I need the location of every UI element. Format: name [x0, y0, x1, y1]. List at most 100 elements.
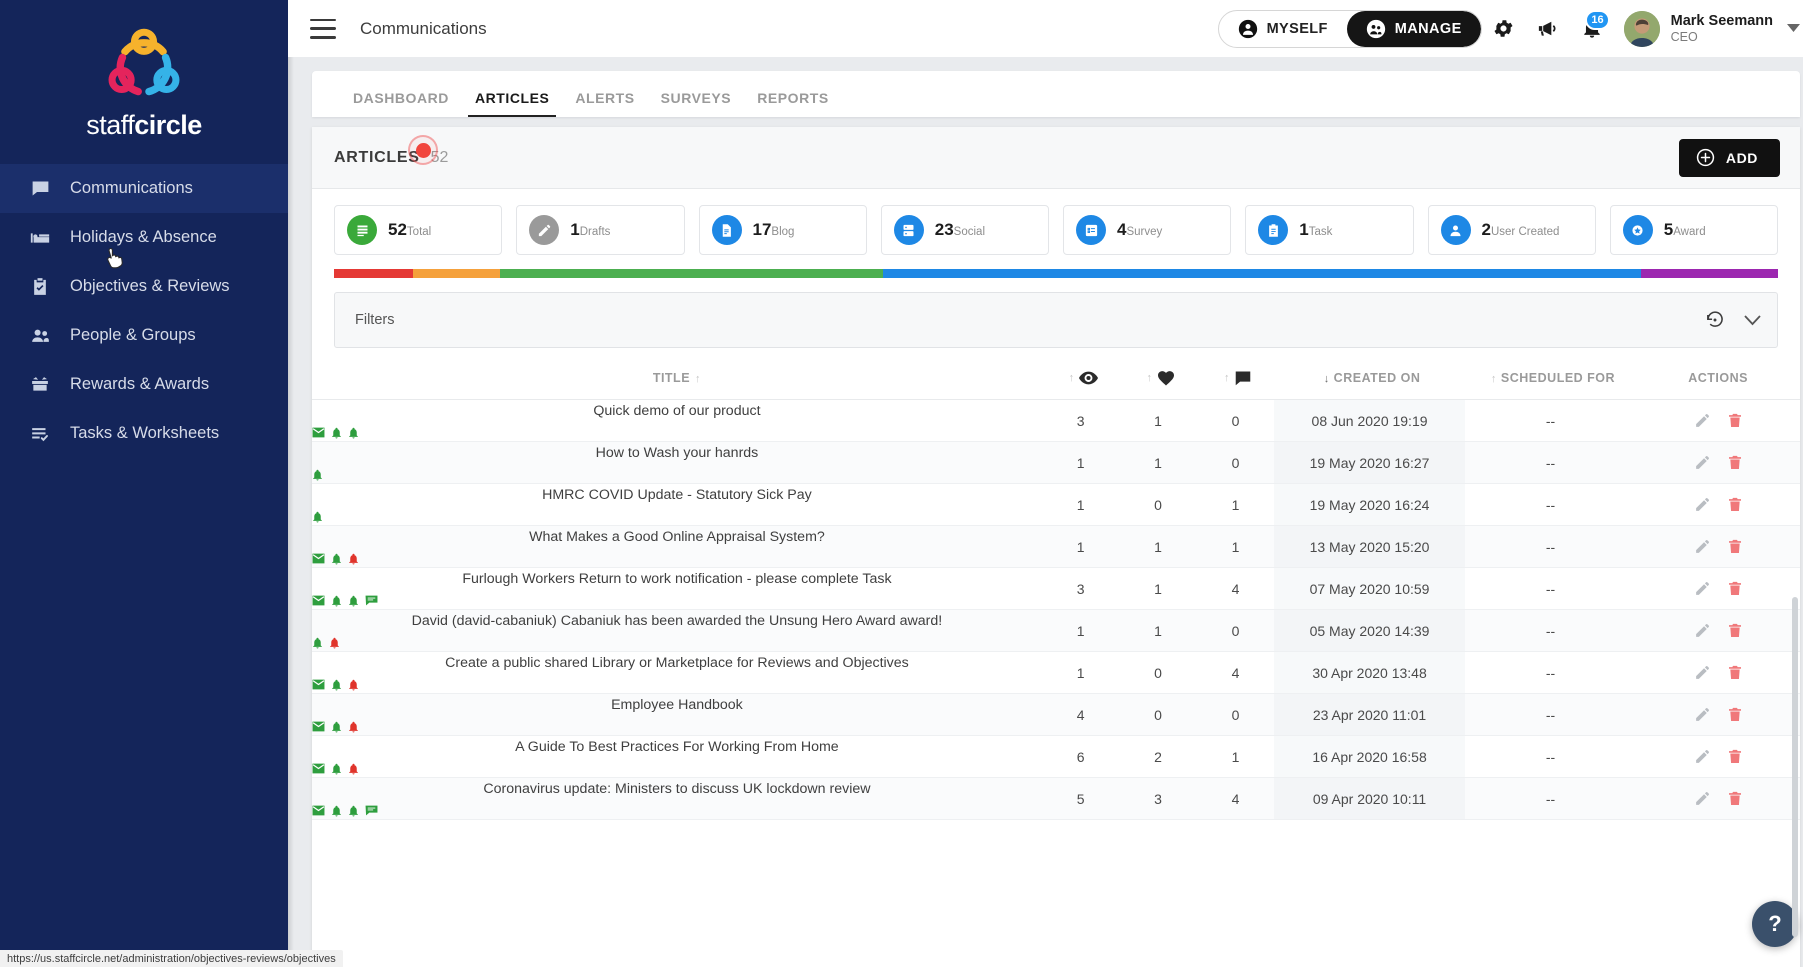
delete-row-button[interactable]	[1727, 748, 1743, 765]
table-row[interactable]: Furlough Workers Return to work notifica…	[312, 567, 1800, 610]
stat-value: 23	[934, 219, 954, 239]
cell-title[interactable]: Create a public shared Library or Market…	[312, 651, 1042, 694]
clipboard-check-icon	[27, 275, 53, 299]
delete-row-button[interactable]	[1727, 706, 1743, 723]
edit-row-button[interactable]	[1694, 664, 1711, 681]
distribution-segment-1	[413, 269, 501, 278]
cell-title[interactable]: HMRC COVID Update - Statutory Sick Pay	[312, 483, 1042, 526]
edit-row-button[interactable]	[1694, 580, 1711, 597]
edit-row-button[interactable]	[1694, 748, 1711, 765]
tab-articles[interactable]: ARTICLES	[462, 90, 562, 117]
stat-card-task[interactable]: 1Task	[1245, 205, 1414, 255]
stat-card-survey[interactable]: 4Survey	[1063, 205, 1232, 255]
sidebar-item-people-groups[interactable]: People & Groups	[0, 311, 288, 360]
delete-row-button[interactable]	[1727, 580, 1743, 597]
bell-icon[interactable]: 16	[1570, 7, 1614, 51]
tab-dashboard[interactable]: DASHBOARD	[340, 90, 462, 117]
stat-card-user-created[interactable]: 2User Created	[1427, 205, 1596, 255]
delete-row-button[interactable]	[1727, 538, 1743, 555]
filters-bar[interactable]: Filters	[334, 292, 1778, 348]
bell-status-green-icon	[332, 595, 341, 607]
table-row[interactable]: Coronavirus update: Ministers to discuss…	[312, 777, 1800, 820]
tab-bar: DASHBOARD ARTICLES ALERTS SURVEYS REPORT…	[312, 71, 1800, 117]
cell-title[interactable]: Coronavirus update: Ministers to discuss…	[312, 777, 1042, 820]
table-scrollbar-thumb[interactable]	[1792, 597, 1798, 937]
history-reset-icon[interactable]	[1704, 309, 1726, 331]
user-name: Mark Seemann	[1670, 12, 1773, 29]
stat-card-social[interactable]: 23Social	[880, 205, 1049, 255]
table-row[interactable]: Employee Handbook 4 0 0 23 Apr 2020 11:01 --	[312, 693, 1800, 736]
delete-row-button[interactable]	[1727, 454, 1743, 471]
cell-title[interactable]: What Makes a Good Online Appraisal Syste…	[312, 525, 1042, 568]
edit-row-button[interactable]	[1694, 538, 1711, 555]
column-header-scheduled-for[interactable]: ↑ SCHEDULED FOR	[1464, 356, 1637, 400]
tab-surveys[interactable]: SURVEYS	[648, 90, 745, 117]
delete-row-button[interactable]	[1727, 622, 1743, 639]
sidebar-item-tasks-worksheets[interactable]: Tasks & Worksheets	[0, 409, 288, 458]
sidebar-item-rewards-awards[interactable]: Rewards & Awards	[0, 360, 288, 409]
distribution-bar	[334, 269, 1778, 278]
table-row[interactable]: A Guide To Best Practices For Working Fr…	[312, 735, 1800, 778]
sidebar-item-label: Tasks & Worksheets	[70, 424, 220, 442]
delete-row-button[interactable]	[1727, 790, 1743, 807]
edit-row-button[interactable]	[1694, 622, 1711, 639]
hamburger-icon[interactable]	[310, 18, 336, 39]
manage-toggle-button[interactable]: MANAGE	[1346, 10, 1481, 47]
cell-title[interactable]: A Guide To Best Practices For Working Fr…	[312, 735, 1042, 778]
column-header-views[interactable]: ↑	[1041, 356, 1120, 400]
cell-title[interactable]: Quick demo of our product	[312, 399, 1042, 442]
brand-logo[interactable]: staffcircle	[0, 0, 288, 158]
myself-toggle-button[interactable]: MYSELF	[1219, 11, 1347, 47]
table-row[interactable]: Quick demo of our product 3 1 0 08 Jun 2020 …	[312, 399, 1800, 442]
stat-card-award[interactable]: 5Award	[1609, 205, 1778, 255]
cell-title[interactable]: Employee Handbook	[312, 693, 1042, 736]
column-header-created-on[interactable]: ↓ CREATED ON	[1274, 356, 1465, 400]
sidebar-item-holidays-absence[interactable]: Holidays & Absence	[0, 213, 288, 262]
sidebar-item-communications[interactable]: Communications	[0, 164, 288, 213]
pencil-icon	[529, 215, 560, 245]
cell-title[interactable]: How to Wash your hanrds	[312, 441, 1042, 484]
table-row[interactable]: What Makes a Good Online Appraisal Syste…	[312, 525, 1800, 568]
table-row[interactable]: HMRC COVID Update - Statutory Sick Pay 1 0…	[312, 483, 1800, 526]
cell-views: 4	[1041, 693, 1120, 736]
avatar[interactable]	[1623, 10, 1660, 47]
views-eye-icon	[1078, 371, 1098, 385]
delete-row-button[interactable]	[1727, 412, 1743, 429]
delete-row-button[interactable]	[1727, 664, 1743, 681]
table-row[interactable]: How to Wash your hanrds 1 1 0 19 May 2020 16…	[312, 441, 1800, 484]
cell-created-on: 19 May 2020 16:24	[1274, 483, 1465, 526]
tab-alerts[interactable]: ALERTS	[562, 90, 647, 117]
article-title: HMRC COVID Update - Statutory Sick Pay	[542, 487, 812, 504]
cell-actions	[1636, 525, 1800, 568]
article-title: David (david-cabaniuk) Cabaniuk has been…	[411, 613, 943, 630]
stat-value: 52	[388, 219, 407, 239]
table-row[interactable]: David (david-cabaniuk) Cabaniuk has been…	[312, 609, 1800, 652]
chevron-down-icon[interactable]	[1744, 314, 1761, 326]
tab-reports[interactable]: REPORTS	[744, 90, 842, 117]
user-info[interactable]: Mark Seemann CEO	[1671, 12, 1773, 46]
gear-icon[interactable]	[1482, 7, 1526, 51]
tab-label: ALERTS	[575, 90, 635, 106]
cell-actions	[1636, 399, 1800, 442]
edit-row-button[interactable]	[1694, 412, 1711, 429]
stat-card-drafts[interactable]: 1Drafts	[516, 205, 685, 255]
edit-row-button[interactable]	[1694, 790, 1711, 807]
sidebar-item-objectives-reviews[interactable]: Objectives & Reviews	[0, 262, 288, 311]
edit-row-button[interactable]	[1694, 706, 1711, 723]
cell-title[interactable]: Furlough Workers Return to work notifica…	[312, 567, 1042, 610]
column-header-title[interactable]: TITLE ↑	[312, 356, 1042, 400]
add-button[interactable]: ADD	[1678, 138, 1780, 177]
column-header-comments[interactable]: ↑	[1196, 356, 1275, 400]
stat-card-total[interactable]: 52Total	[334, 205, 503, 255]
chevron-down-icon[interactable]	[1787, 20, 1800, 38]
table-row[interactable]: Create a public shared Library or Market…	[312, 651, 1800, 694]
filters-label: Filters	[355, 312, 395, 328]
cell-title[interactable]: David (david-cabaniuk) Cabaniuk has been…	[312, 609, 1042, 652]
edit-row-button[interactable]	[1694, 454, 1711, 471]
column-header-likes[interactable]: ↑	[1119, 356, 1197, 400]
megaphone-icon[interactable]	[1526, 7, 1570, 51]
stat-card-blog[interactable]: 17Blog	[698, 205, 867, 255]
edit-row-button[interactable]	[1694, 496, 1711, 513]
article-status-icons	[312, 636, 1042, 649]
delete-row-button[interactable]	[1727, 496, 1743, 513]
